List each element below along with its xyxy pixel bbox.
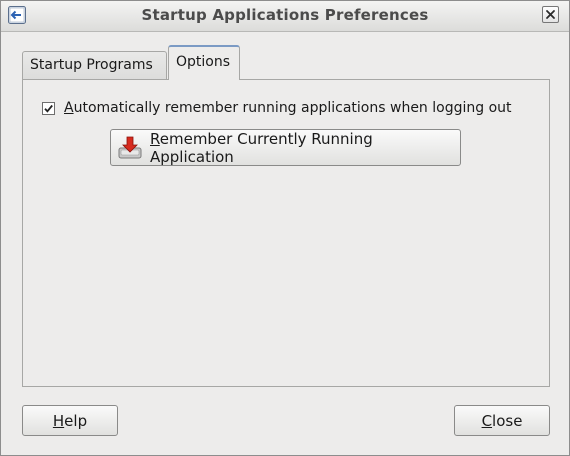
remember-running-apps-checkbox-row[interactable]: Automatically remember running applicati… (42, 99, 512, 117)
tab-options[interactable]: Options (168, 45, 240, 80)
title-bar[interactable]: Startup Applications Preferences (1, 1, 569, 32)
remember-running-apps-label: Automatically remember running applicati… (64, 100, 512, 116)
close-button-label: Close (481, 411, 523, 430)
help-button[interactable]: Help (22, 405, 118, 436)
checkmark-icon (44, 104, 53, 113)
save-session-icon (117, 135, 143, 161)
remember-current-apps-button[interactable]: Remember Currently Running Application (110, 129, 461, 166)
tab-label: Options (176, 54, 231, 70)
window-title: Startup Applications Preferences (141, 6, 429, 24)
remember-running-apps-checkbox[interactable] (42, 101, 55, 115)
close-button[interactable]: Close (454, 405, 550, 436)
window-close-button[interactable] (542, 6, 559, 23)
help-button-label: Help (52, 411, 88, 430)
close-icon (546, 10, 555, 19)
options-panel (22, 79, 550, 387)
remember-current-apps-label: Remember Currently Running Application (150, 129, 373, 166)
tab-label: Startup Programs (30, 57, 153, 73)
preferences-window: Startup Applications Preferences Startup… (0, 0, 570, 456)
tab-startup-programs[interactable]: Startup Programs (22, 51, 167, 80)
